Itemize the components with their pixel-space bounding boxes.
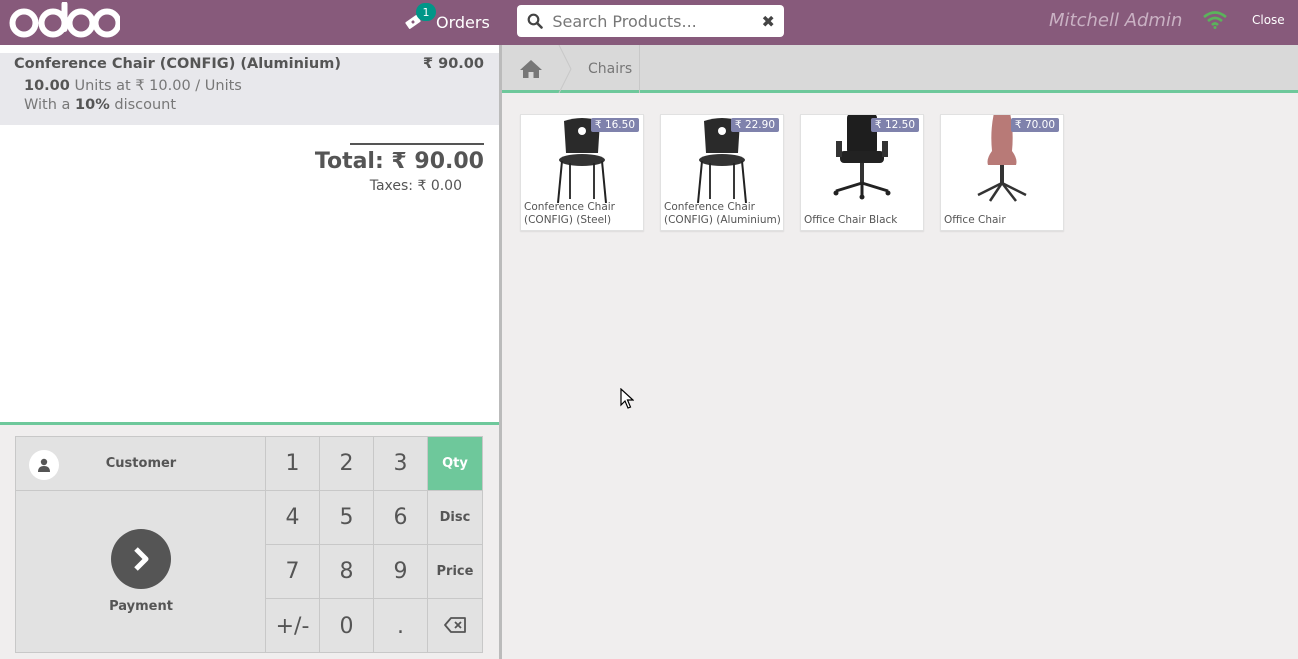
order-total: Total: ₹ 90.00 <box>314 149 484 174</box>
product-name: Office Chair <box>944 214 1006 226</box>
top-bar: 1 Orders ✖ Mitchell Admin Close <box>0 0 1298 45</box>
orders-count-badge: 1 <box>416 3 436 21</box>
product-price: ₹ 12.50 <box>870 118 919 132</box>
control-pad: Customer Payment 1 2 3 Qty 4 5 6 Disc 7 … <box>15 436 483 653</box>
user-name[interactable]: Mitchell Admin <box>1049 10 1182 31</box>
order-line-name: Conference Chair (CONFIG) (Aluminium) <box>14 56 341 72</box>
close-button[interactable]: Close <box>1252 13 1285 27</box>
order-line-price: ₹ 90.00 <box>422 56 484 72</box>
mode-price-button[interactable]: Price <box>428 545 482 599</box>
order-taxes: Taxes: ₹ 0.00 <box>369 178 462 194</box>
order-line-unit-price: Units at ₹ 10.00 / Units <box>74 78 242 94</box>
search-input[interactable] <box>552 5 753 37</box>
key-6[interactable]: 6 <box>374 491 428 545</box>
ticket-icon: 1 <box>404 3 436 31</box>
order-line[interactable]: Conference Chair (CONFIG) (Aluminium) ₹ … <box>0 53 499 125</box>
breadcrumb: Chairs <box>502 45 1298 93</box>
order-line-discount: With a 10% discount <box>24 97 176 113</box>
discount-suffix: discount <box>114 97 177 113</box>
breadcrumb-category[interactable]: Chairs <box>588 61 632 77</box>
orders-button[interactable]: 1 Orders <box>404 3 490 36</box>
search-icon <box>517 13 552 29</box>
payment-button[interactable]: Payment <box>16 491 266 653</box>
total-divider <box>350 143 484 145</box>
key-3[interactable]: 3 <box>374 437 428 491</box>
payment-label: Payment <box>109 599 173 614</box>
product-list: ₹ 16.50 Conference Chair (CONFIG) (Steel… <box>502 96 1298 659</box>
home-icon[interactable] <box>502 45 560 93</box>
key-9[interactable]: 9 <box>374 545 428 599</box>
key-4[interactable]: 4 <box>266 491 320 545</box>
odoo-logo <box>8 2 120 40</box>
customer-button[interactable]: Customer <box>16 437 266 491</box>
key-0[interactable]: 0 <box>320 599 374 653</box>
discount-value: 10% <box>75 97 110 113</box>
product-card[interactable]: ₹ 12.50 Office Chair Black <box>800 114 924 231</box>
order-line-qty: 10.00 <box>24 78 70 94</box>
backspace-icon <box>444 614 466 639</box>
order-line-quantity: 10.00 Units at ₹ 10.00 / Units <box>24 78 242 94</box>
key-plus-minus[interactable]: +/- <box>266 599 320 653</box>
product-card[interactable]: ₹ 16.50 Conference Chair (CONFIG) (Steel… <box>520 114 644 231</box>
backspace-button[interactable] <box>428 599 482 653</box>
wifi-icon[interactable] <box>1203 11 1227 33</box>
mode-disc-button[interactable]: Disc <box>428 491 482 545</box>
product-price: ₹ 16.50 <box>590 118 639 132</box>
product-price: ₹ 70.00 <box>1010 118 1059 132</box>
product-price: ₹ 22.90 <box>730 118 779 132</box>
key-decimal[interactable]: . <box>374 599 428 653</box>
breadcrumb-separator <box>558 45 572 93</box>
key-1[interactable]: 1 <box>266 437 320 491</box>
search-box[interactable]: ✖ <box>517 5 784 37</box>
key-2[interactable]: 2 <box>320 437 374 491</box>
clear-icon[interactable]: ✖ <box>752 12 784 31</box>
key-8[interactable]: 8 <box>320 545 374 599</box>
product-card[interactable]: ₹ 70.00 Office Chair <box>940 114 1064 231</box>
mode-qty-button[interactable]: Qty <box>428 437 482 491</box>
product-name: Conference Chair (CONFIG) (Aluminium) <box>664 201 781 226</box>
product-card[interactable]: ₹ 22.90 Conference Chair (CONFIG) (Alumi… <box>660 114 784 231</box>
key-7[interactable]: 7 <box>266 545 320 599</box>
chevron-right-icon <box>111 529 171 589</box>
product-name: Conference Chair (CONFIG) (Steel) <box>524 201 615 226</box>
key-5[interactable]: 5 <box>320 491 374 545</box>
orders-label: Orders <box>436 12 490 32</box>
product-name: Office Chair Black <box>804 214 898 226</box>
mouse-cursor-icon <box>620 387 635 414</box>
discount-prefix: With a <box>24 97 71 113</box>
control-pad-area: Customer Payment 1 2 3 Qty 4 5 6 Disc 7 … <box>0 422 499 659</box>
breadcrumb-end-divider <box>639 45 640 93</box>
customer-label: Customer <box>105 456 177 471</box>
order-pane: Conference Chair (CONFIG) (Aluminium) ₹ … <box>0 45 500 659</box>
